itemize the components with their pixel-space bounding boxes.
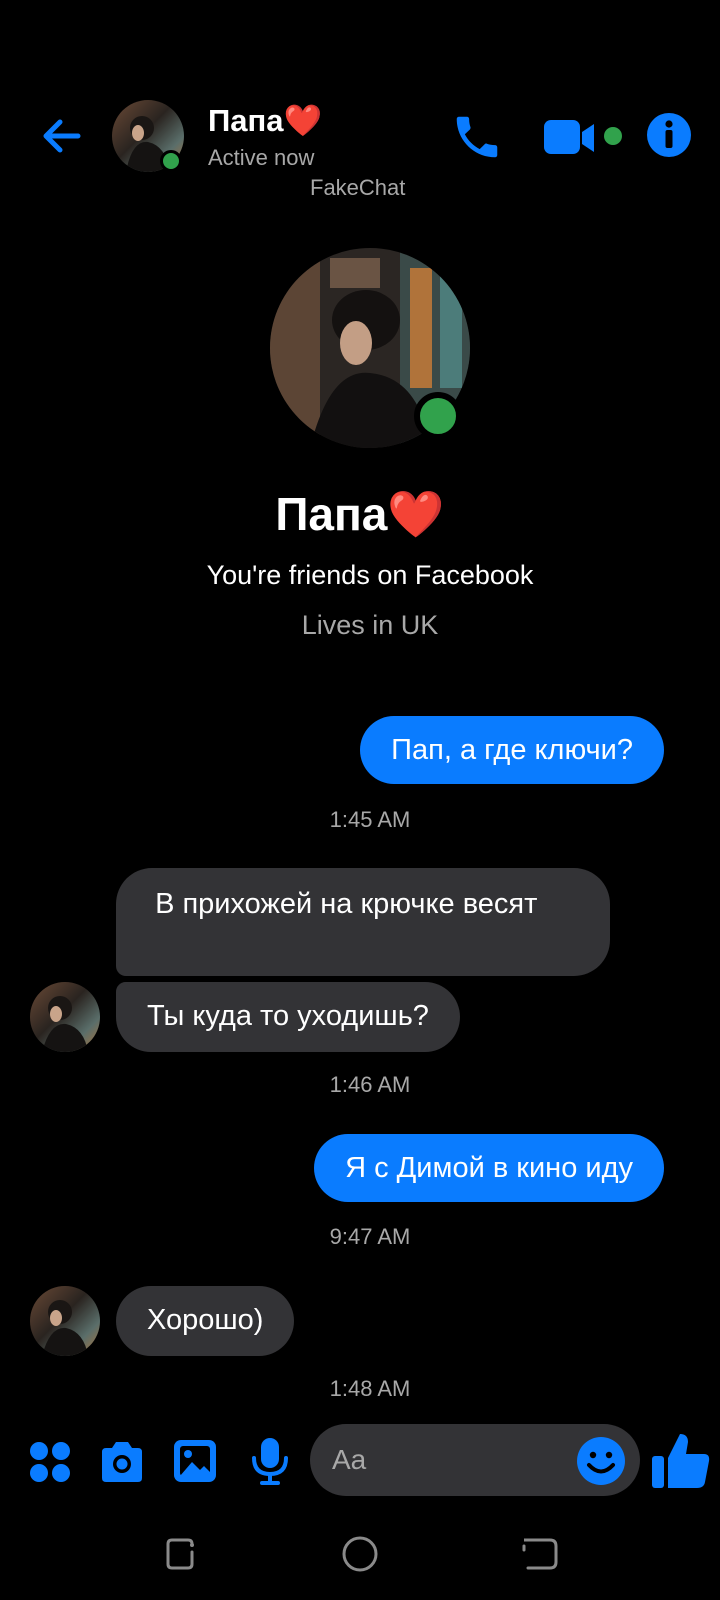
gallery-icon[interactable] <box>172 1438 218 1484</box>
watermark: FakeChat <box>310 175 406 200</box>
back-icon[interactable] <box>520 1536 560 1574</box>
home-icon[interactable] <box>340 1534 380 1574</box>
microphone-icon[interactable] <box>248 1436 292 1486</box>
profile-name: Папа❤️ <box>275 488 445 540</box>
location-info: Lives in UK <box>301 610 439 640</box>
friends-info: You're friends on Facebook <box>206 560 534 590</box>
back-arrow-icon[interactable] <box>38 112 86 160</box>
outgoing-message[interactable]: Я с Димой в кино иду <box>314 1134 664 1202</box>
sender-avatar[interactable] <box>30 1286 100 1356</box>
online-status-dot <box>160 150 182 172</box>
incoming-message[interactable]: В прихожей на крючке весят <box>116 868 610 976</box>
sender-avatar[interactable] <box>30 982 100 1052</box>
video-camera-icon[interactable] <box>544 116 608 160</box>
info-icon[interactable] <box>646 112 692 158</box>
message-timestamp: 9:47 AM <box>329 1224 411 1249</box>
emoji-icon[interactable] <box>576 1436 626 1486</box>
message-timestamp: 1:45 AM <box>329 807 411 832</box>
outgoing-message[interactable]: Пап, а где ключи? <box>360 716 664 784</box>
online-status-dot <box>414 392 462 440</box>
thumbs-up-icon[interactable] <box>650 1430 712 1492</box>
recent-apps-icon[interactable] <box>162 1536 200 1574</box>
incoming-message[interactable]: Хорошо) <box>116 1286 295 1356</box>
message-timestamp: 1:46 AM <box>329 1072 411 1097</box>
contact-name[interactable]: Папа❤️ <box>208 102 322 139</box>
phone-icon[interactable] <box>450 110 504 164</box>
camera-icon[interactable] <box>98 1438 146 1486</box>
video-online-dot <box>604 127 622 145</box>
incoming-message[interactable]: Ты куда то уходишь? <box>116 982 460 1052</box>
active-status: Active now <box>208 145 315 170</box>
apps-icon[interactable] <box>28 1440 72 1484</box>
message-timestamp: 1:48 AM <box>329 1376 411 1401</box>
message-input-placeholder: Aa <box>332 1444 367 1475</box>
